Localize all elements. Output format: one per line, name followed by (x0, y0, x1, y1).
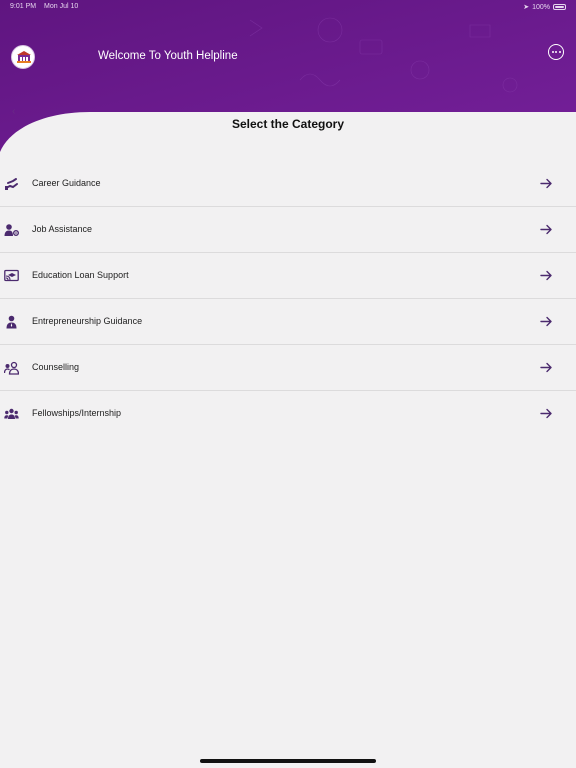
category-label: Career Guidance (32, 178, 101, 188)
category-label: Counselling (32, 362, 80, 372)
arrow-right-icon (540, 362, 552, 373)
category-label: Job Assistance (32, 224, 93, 234)
arrow-right-icon (540, 178, 552, 189)
location-icon: ➤ (523, 4, 530, 11)
arrow-right-icon (540, 408, 552, 419)
category-row-education-loan[interactable]: Education Loan Support (0, 253, 576, 299)
category-row-entrepreneurship[interactable]: Entrepreneurship Guidance (0, 299, 576, 345)
education-loan-icon (4, 269, 19, 282)
status-bar: 9:01 PM Mon Jul 10 ➤ 100% (0, 0, 576, 14)
more-options-icon[interactable] (548, 44, 564, 60)
category-row-counselling[interactable]: Counselling (0, 345, 576, 391)
youth-helpline-logo (11, 45, 35, 69)
job-assistance-icon (4, 224, 19, 236)
category-label: Entrepreneurship Guidance (32, 316, 143, 326)
page-title: Select the Category (231, 117, 345, 131)
category-row-career-guidance[interactable]: Career Guidance (0, 161, 576, 207)
arrow-right-icon (540, 316, 552, 327)
counselling-icon (4, 361, 19, 375)
arrow-right-icon (540, 270, 552, 281)
career-guidance-icon (5, 178, 18, 190)
category-label: Fellowships/Internship (32, 408, 122, 418)
status-date: Mon Jul 10 (44, 3, 79, 10)
header-background (0, 0, 576, 152)
battery-icon (553, 4, 566, 10)
arrow-right-icon (540, 224, 552, 235)
back-chevron-icon[interactable]: ‹ (12, 106, 15, 117)
category-list: Career Guidance Job Assistance Education… (0, 161, 576, 437)
fellowships-icon (4, 408, 19, 419)
battery-percent: 100% (532, 3, 550, 11)
category-row-job-assistance[interactable]: Job Assistance (0, 207, 576, 253)
home-indicator[interactable] (200, 759, 376, 763)
entrepreneurship-icon (6, 315, 17, 329)
category-row-fellowships[interactable]: Fellowships/Internship (0, 391, 576, 437)
welcome-title: Welcome To Youth Helpline (98, 50, 238, 62)
category-label: Education Loan Support (32, 270, 129, 280)
status-time: 9:01 PM (10, 3, 37, 10)
